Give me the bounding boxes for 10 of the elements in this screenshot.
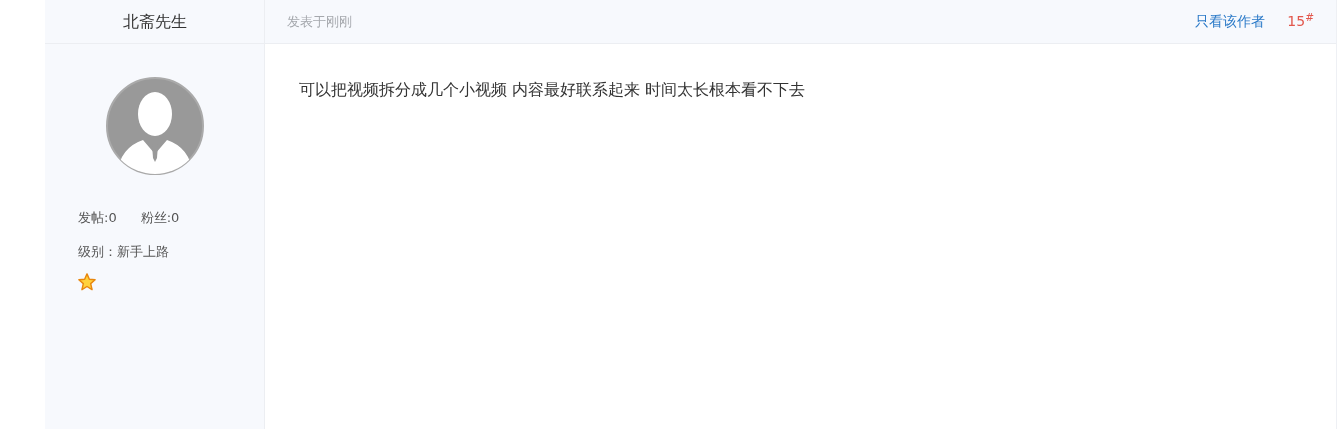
floor-number: 15$^{#}$: [1287, 11, 1314, 31]
fan-count: 粉丝:0: [140, 209, 180, 227]
post-text: 可以把视频拆分成几个小视频 内容最好联系起来 时间太长根本看不下去: [299, 79, 807, 101]
author-name: 北斋先生: [45, 0, 265, 44]
author-only-link[interactable]: 只看该作者: [1195, 11, 1266, 32]
avatar-icon: [104, 76, 205, 176]
star-icon: [78, 273, 96, 291]
post-time: 发表于刚刚: [287, 12, 352, 31]
post-count: 发帖:0: [78, 209, 117, 227]
user-level: 级别：新手上路: [78, 242, 170, 261]
